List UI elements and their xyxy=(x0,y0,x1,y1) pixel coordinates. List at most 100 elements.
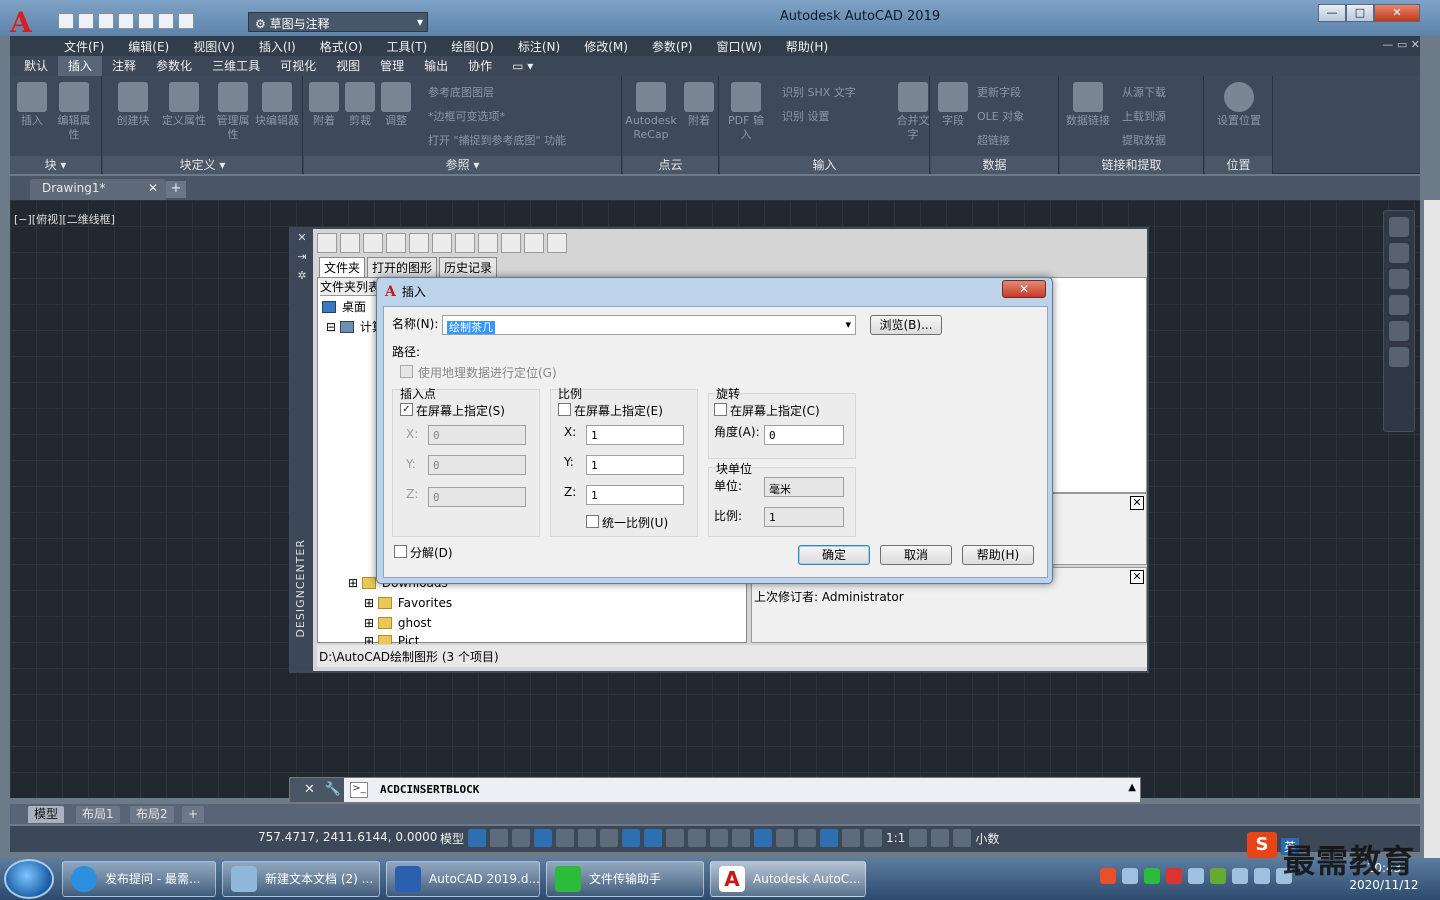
tab-open-drawings[interactable]: 打开的图形 xyxy=(367,257,438,278)
panel-label-block[interactable]: 块 ▾ xyxy=(10,156,101,174)
preview-close-icon[interactable]: ✕ xyxy=(1130,496,1144,510)
download-from-source[interactable]: 从源下载 xyxy=(1122,84,1166,100)
menu-insert[interactable]: 插入(I) xyxy=(259,38,296,55)
security-icon[interactable] xyxy=(1188,868,1204,884)
lineweight-icon[interactable] xyxy=(666,829,685,847)
manage-attribute-button[interactable]: 管理属性 xyxy=(213,78,253,142)
wechat-tray-icon[interactable] xyxy=(1144,868,1160,884)
tab-insert[interactable]: 插入 xyxy=(58,56,103,76)
define-attribute-button[interactable]: 定义属性 xyxy=(159,78,209,128)
adjust-button[interactable]: 调整 xyxy=(376,78,416,128)
object-snap-tracking-icon[interactable] xyxy=(622,829,641,847)
tab-collaborate[interactable]: 协作 xyxy=(458,56,502,76)
pdf-import-button[interactable]: PDF 输入 xyxy=(726,78,766,142)
preview-icon[interactable] xyxy=(501,233,521,253)
tab-visualize[interactable]: 可视化 xyxy=(270,56,326,76)
command-prompt-icon[interactable]: >_ xyxy=(350,782,368,798)
isodraft-icon[interactable] xyxy=(600,829,619,847)
new-tab-button[interactable]: + xyxy=(166,181,186,198)
hyperlink[interactable]: 超链接 xyxy=(977,132,1010,148)
volume-icon[interactable] xyxy=(1232,868,1248,884)
network-icon[interactable] xyxy=(1122,868,1138,884)
zoom-icon[interactable] xyxy=(1389,295,1409,315)
dynamic-input-icon[interactable] xyxy=(534,829,553,847)
right-scrollbar[interactable] xyxy=(1424,200,1440,860)
set-location-button[interactable]: 设置位置 xyxy=(1211,78,1267,128)
tab-view[interactable]: 视图 xyxy=(326,56,370,76)
maximize-button[interactable]: □ xyxy=(1346,4,1374,22)
attach-button[interactable]: 附着 xyxy=(304,78,344,128)
menu-window[interactable]: 窗口(W) xyxy=(717,38,762,55)
tab-annotate[interactable]: 注释 xyxy=(102,56,146,76)
workspace-dropdown[interactable]: ⚙ 草图与注释 ▾ xyxy=(248,12,428,32)
ip-on-screen-checkbox[interactable]: ✓ xyxy=(400,403,413,416)
ole-object[interactable]: OLE 对象 xyxy=(977,108,1024,124)
redo-icon[interactable] xyxy=(178,13,194,29)
menu-draw[interactable]: 绘图(D) xyxy=(451,38,494,55)
ip-z-input[interactable]: 0 xyxy=(428,487,526,507)
viewcube-icon[interactable] xyxy=(1389,217,1409,237)
annotation-scale[interactable]: 1:1 xyxy=(886,831,905,845)
customize-icon[interactable]: 🔧 xyxy=(325,782,341,797)
model-space-button[interactable]: 模型 xyxy=(440,830,464,847)
selection-cycling-icon[interactable] xyxy=(710,829,729,847)
clip-button[interactable]: 剪裁 xyxy=(340,78,380,128)
command-history-icon[interactable]: ▲ xyxy=(1128,782,1136,793)
annotation-monitor-icon[interactable] xyxy=(931,829,950,847)
units-dropdown[interactable]: 小数 xyxy=(975,830,999,847)
drawing-tab[interactable]: Drawing1* ✕ xyxy=(30,179,166,200)
underlay-layers[interactable]: 参考底图图层 xyxy=(428,84,494,100)
application-menu-button[interactable]: A xyxy=(10,6,48,40)
print-icon[interactable] xyxy=(138,13,154,29)
data-link-button[interactable]: 数据链接 xyxy=(1062,78,1114,128)
snap-icon[interactable] xyxy=(490,829,509,847)
palette-close-icon[interactable]: ✕ xyxy=(291,231,313,244)
tab-folders[interactable]: 文件夹 xyxy=(319,257,366,278)
geo-checkbox[interactable] xyxy=(400,365,413,378)
tree-item-favorites[interactable]: ⊞ Favorites xyxy=(364,596,452,610)
update-field[interactable]: 更新字段 xyxy=(977,84,1021,100)
tree-item-pictures[interactable]: ⊞ Pict xyxy=(364,634,419,644)
grid-icon[interactable] xyxy=(468,829,487,847)
home-icon[interactable] xyxy=(455,233,475,253)
gpu-icon[interactable] xyxy=(1210,868,1226,884)
command-close-icon[interactable]: ✕ xyxy=(304,782,315,797)
auto-scale-icon[interactable] xyxy=(842,829,861,847)
scale-z-input[interactable]: 1 xyxy=(586,485,684,505)
steering-wheel-icon[interactable] xyxy=(1389,243,1409,263)
sogou-icon[interactable] xyxy=(1100,868,1116,884)
coordinates[interactable]: 757.4717, 2411.6144, 0.0000 xyxy=(258,830,437,844)
recognize-settings[interactable]: 识别 设置 xyxy=(782,108,830,124)
menu-parameter[interactable]: 参数(P) xyxy=(652,38,693,55)
taskbar-item-notepad[interactable]: 新建文本文档 (2) ... xyxy=(222,861,380,897)
ip-y-input[interactable]: 0 xyxy=(428,455,526,475)
views-icon[interactable] xyxy=(547,233,567,253)
new-icon[interactable] xyxy=(58,13,74,29)
tab-parametric[interactable]: 参数化 xyxy=(146,56,202,76)
command-input[interactable]: ACDCINSERTBLOCK xyxy=(380,783,479,796)
description-close-icon[interactable]: ✕ xyxy=(1130,570,1144,584)
snap-to-underlay[interactable]: 打开 "捕捉到参考底图" 功能 xyxy=(428,132,566,148)
up-icon[interactable] xyxy=(386,233,406,253)
pan-icon[interactable] xyxy=(1389,269,1409,289)
tab-3d-tools[interactable]: 三维工具 xyxy=(202,56,270,76)
menu-format[interactable]: 格式(O) xyxy=(320,38,363,55)
save-icon[interactable] xyxy=(98,13,114,29)
tab-history[interactable]: 历史记录 xyxy=(439,257,498,278)
ribbon-options-icon[interactable]: ▭ ▾ xyxy=(502,56,543,76)
explode-checkbox[interactable] xyxy=(394,545,407,558)
upload-to-source[interactable]: 上载到源 xyxy=(1122,108,1166,124)
menu-modify[interactable]: 修改(M) xyxy=(584,38,628,55)
menu-tools[interactable]: 工具(T) xyxy=(387,38,428,55)
viewport-controls[interactable]: [−][俯视][二维线框] xyxy=(14,211,115,227)
ok-button[interactable]: 确定 xyxy=(798,545,870,565)
menu-edit[interactable]: 编辑(E) xyxy=(128,38,169,55)
undo-icon[interactable] xyxy=(158,13,174,29)
units-icon[interactable] xyxy=(953,829,972,847)
panel-label-block-definition[interactable]: 块定义 ▾ xyxy=(103,156,302,174)
menu-view[interactable]: 视图(V) xyxy=(193,38,235,55)
forward-icon[interactable] xyxy=(363,233,383,253)
transparency-icon[interactable] xyxy=(688,829,707,847)
angle-input[interactable]: 0 xyxy=(764,425,844,445)
favorites-icon[interactable] xyxy=(432,233,452,253)
